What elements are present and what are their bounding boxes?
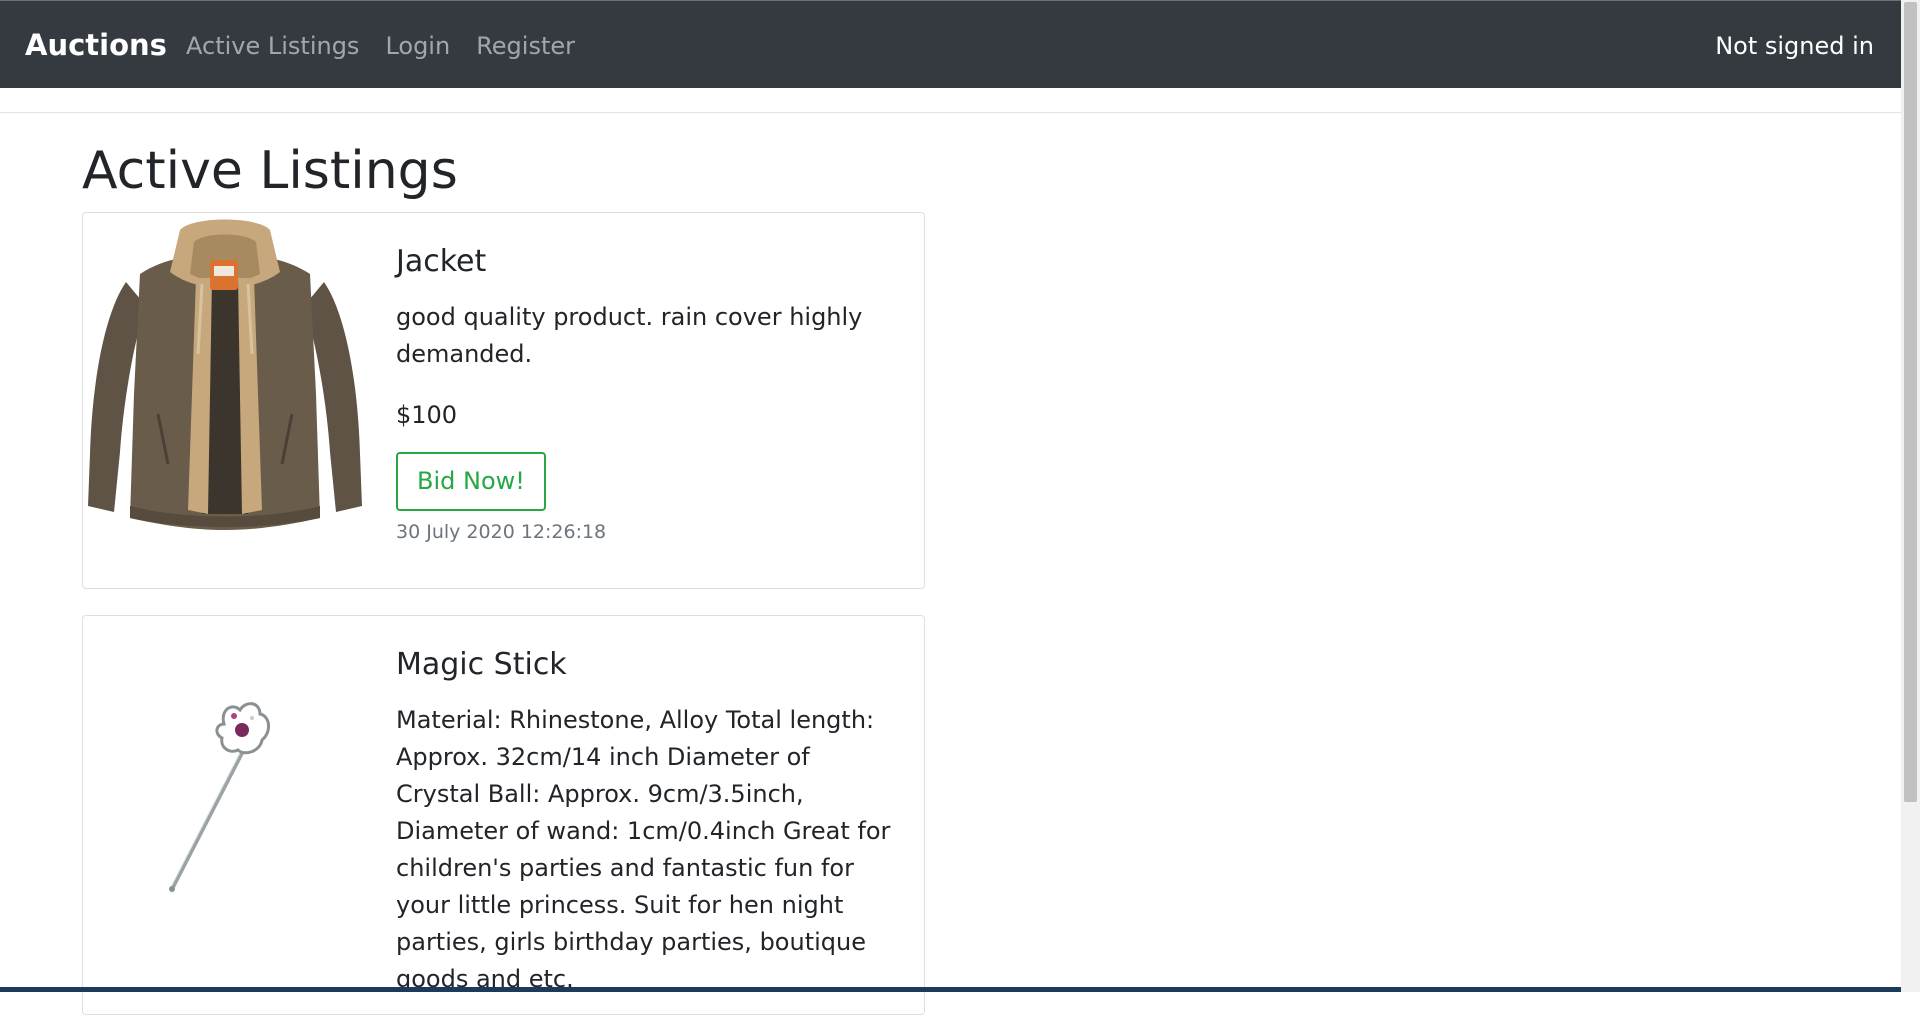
scrollbar-thumb[interactable] xyxy=(1904,2,1917,802)
listing-body: Jacket good quality product. rain cover … xyxy=(396,243,901,543)
jacket-image xyxy=(88,219,362,530)
listing-price: $100 xyxy=(396,401,458,429)
listing-timestamp: 30 July 2020 12:26:18 xyxy=(396,521,607,543)
listing-description: good quality product. rain cover highly … xyxy=(396,303,863,368)
bid-button[interactable]: Bid Now! xyxy=(396,452,546,511)
top-navbar: Auctions Active Listings Login Register … xyxy=(0,0,1901,88)
listing-image xyxy=(84,656,366,946)
listing-image xyxy=(84,214,366,530)
nav-link-register[interactable]: Register xyxy=(476,32,575,60)
brand-link[interactable]: Auctions xyxy=(25,28,167,62)
nav-link-login[interactable]: Login xyxy=(385,32,450,60)
taskbar-edge xyxy=(0,987,1901,992)
listing-description: Material: Rhinestone, Alloy Total length… xyxy=(396,706,891,993)
nav-link-active-listings[interactable]: Active Listings xyxy=(186,32,359,60)
signin-status: Not signed in xyxy=(1715,32,1874,60)
listing-card: Magic Stick Material: Rhinestone, Alloy … xyxy=(82,615,925,1015)
header-divider xyxy=(0,112,1901,113)
listing-body: Magic Stick Material: Rhinestone, Alloy … xyxy=(396,646,901,998)
wand-image xyxy=(169,702,270,892)
page-title: Active Listings xyxy=(82,141,458,201)
listing-card: Jacket good quality product. rain cover … xyxy=(82,212,925,589)
listing-title[interactable]: Jacket xyxy=(396,243,901,281)
nav-links: Active Listings Login Register xyxy=(186,32,601,60)
listing-title[interactable]: Magic Stick xyxy=(396,646,901,684)
